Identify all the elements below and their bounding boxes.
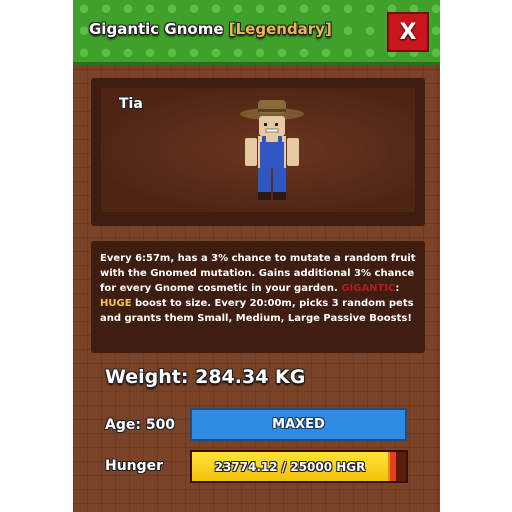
rarity-label: [Legendary]	[228, 20, 332, 38]
age-label: Age: 500	[105, 417, 176, 433]
ability-description-box: Every 6:57m, has a 3% chance to mutate a…	[91, 241, 425, 353]
close-icon: X	[399, 19, 417, 45]
pet-title: Gigantic Gnome [Legendary]	[89, 20, 332, 38]
ability-text-part-2: :	[395, 283, 400, 294]
hunger-bar-marker	[388, 452, 396, 481]
panel-header: Gigantic Gnome [Legendary] X	[73, 0, 440, 65]
pet-nickname: Tia	[119, 96, 143, 112]
ability-description: Every 6:57m, has a 3% chance to mutate a…	[100, 251, 416, 326]
hunger-label: Hunger	[105, 458, 164, 474]
close-button[interactable]: X	[387, 12, 429, 52]
hunger-progress-bar: 23774.12 / 25000 HGR	[190, 450, 408, 483]
pet-weight: Weight: 284.34 KG	[105, 366, 306, 388]
pet-preview-viewport	[101, 88, 415, 212]
gigantic-keyword: GIGANTIC	[341, 283, 396, 294]
hunger-value: 23774.12 / 25000 HGR	[214, 459, 366, 474]
pet-type-name: Gigantic Gnome	[89, 20, 224, 38]
ability-text-part-3: boost to size. Every 20:00m, picks 3 ran…	[100, 298, 414, 324]
pet-preview-frame: Tia	[91, 78, 425, 226]
age-progress-bar: MAXED	[190, 408, 407, 441]
age-bar-label: MAXED	[272, 417, 325, 432]
huge-keyword: HUGE	[100, 298, 132, 309]
gnome-character-icon	[240, 100, 304, 200]
pet-info-panel: Gigantic Gnome [Legendary] X Tia Every 6…	[73, 0, 440, 512]
